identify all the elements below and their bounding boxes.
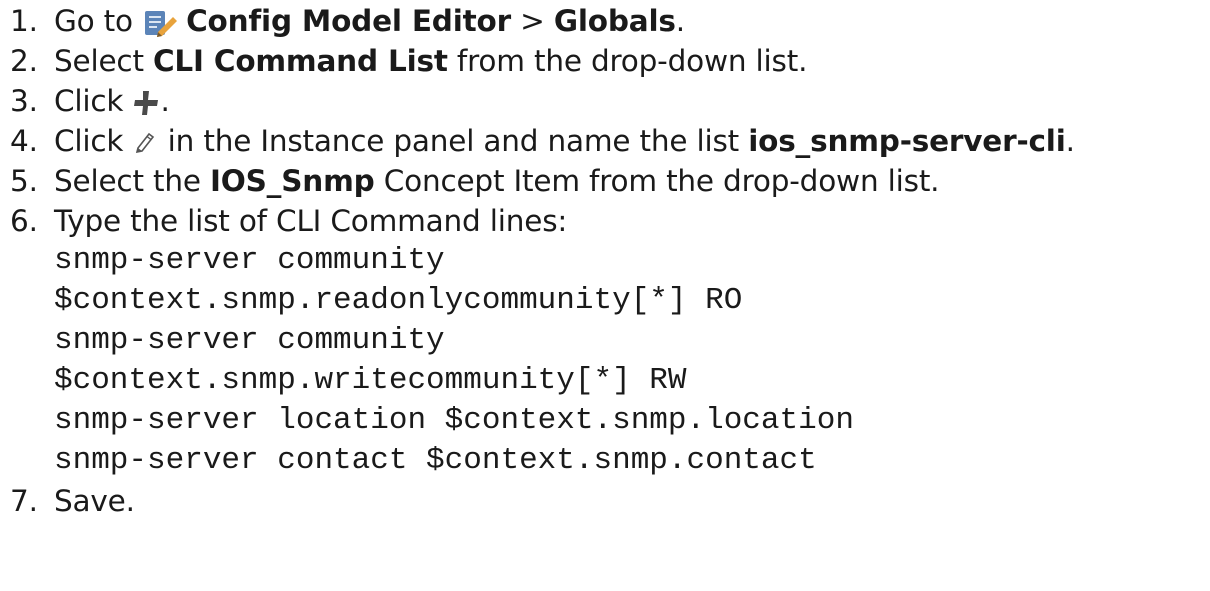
step-text: in the Instance panel and name the list [158, 124, 749, 158]
menu-path-config-model-editor: Config Model Editor [186, 4, 511, 38]
step-text: . [675, 4, 685, 38]
code-line-1: snmp-server community [54, 243, 445, 278]
code-line-2: $context.snmp.readonlycommunity[*] RO [54, 283, 743, 318]
step-2: 2. Select CLI Command List from the drop-… [10, 41, 807, 81]
step-6: 6. Type the list of CLI Command lines: [10, 201, 567, 241]
code-line-6: snmp-server contact $context.snmp.contac… [54, 443, 817, 478]
step-number: 5. [10, 164, 38, 198]
menu-path-globals: Globals [553, 4, 676, 38]
concept-item-name: IOS_Snmp [209, 164, 375, 198]
add-plus-icon [132, 89, 160, 117]
step-number: 1. [10, 4, 38, 38]
step-4: 4. Click in the Instance panel and name t… [10, 121, 1075, 161]
step-text: > [510, 4, 554, 38]
step-5: 5. Select the IOS_Snmp Concept Item from … [10, 161, 940, 201]
step-text: Save. [54, 484, 135, 518]
step-text: Select [54, 44, 153, 78]
step-text: Concept Item from the drop-down list. [374, 164, 940, 198]
step-number: 7. [10, 484, 38, 518]
step-text: . [160, 84, 170, 118]
step-text: . [1065, 124, 1075, 158]
step-text: Type the list of CLI Command lines: [54, 204, 568, 238]
option-cli-command-list: CLI Command List [152, 44, 448, 78]
step-text: Go to [54, 4, 143, 38]
step-number: 2. [10, 44, 38, 78]
step-7: 7. Save. [10, 481, 135, 521]
step-1: 1. Go to Config Model Editor > Globals. [10, 1, 685, 41]
step-text: from the drop-down list. [447, 44, 808, 78]
edit-pencil-icon [132, 130, 158, 156]
step-number: 3. [10, 84, 38, 118]
config-model-editor-icon [142, 8, 178, 38]
step-number: 6. [10, 204, 38, 238]
list-name: ios_snmp-server-cli [748, 124, 1066, 158]
step-3: 3. Click . [10, 81, 170, 121]
step-text: Select the [54, 164, 210, 198]
code-line-3: snmp-server community [54, 323, 445, 358]
step-number: 4. [10, 124, 38, 158]
step-text: Click [54, 124, 133, 158]
code-line-4: $context.snmp.writecommunity[*] RW [54, 363, 687, 398]
code-line-5: snmp-server location $context.snmp.locat… [54, 403, 854, 438]
step-text: Click [54, 84, 133, 118]
